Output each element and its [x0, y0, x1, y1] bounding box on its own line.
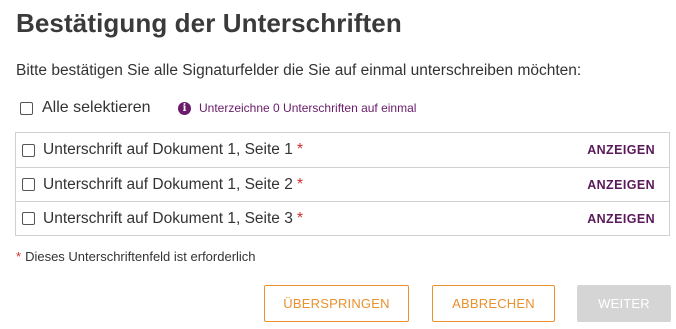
info-message: i Unterzeichne 0 Unterschriften auf einm… — [178, 100, 416, 116]
signature-checkbox-2[interactable] — [22, 178, 35, 191]
info-text: Unterzeichne 0 Unterschriften auf einmal — [199, 101, 417, 115]
instruction-text: Bitte bestätigen Sie alle Signaturfelder… — [16, 62, 582, 79]
signature-row-3: Unterschrift auf Dokument 1, Seite 3 * A… — [16, 201, 669, 235]
show-signature-button-3[interactable]: ANZEIGEN — [587, 212, 655, 226]
required-marker: * — [296, 209, 304, 227]
signature-label: Unterschrift auf Dokument 1, Seite 1 — [43, 141, 293, 158]
checkbox-box[interactable] — [20, 101, 33, 115]
page-title: Bestätigung der Unterschriften — [16, 8, 402, 38]
show-signature-button-2[interactable]: ANZEIGEN — [587, 178, 655, 192]
select-all-checkbox[interactable]: Alle selektieren — [20, 98, 151, 118]
cancel-button[interactable]: ABBRECHEN — [432, 285, 555, 322]
skip-button[interactable]: ÜBERSPRINGEN — [264, 285, 409, 322]
next-button[interactable]: WEITER — [577, 285, 671, 322]
signature-row-1: Unterschrift auf Dokument 1, Seite 1 * A… — [16, 133, 669, 167]
signature-row-2: Unterschrift auf Dokument 1, Seite 2 * A… — [16, 167, 669, 201]
required-marker: * — [16, 249, 22, 264]
info-icon: i — [178, 101, 191, 115]
footnote-text: Dieses Unterschriftenfeld ist erforderli… — [25, 249, 256, 264]
required-footnote: * Dieses Unterschriftenfeld ist erforderl… — [16, 249, 256, 264]
select-all-label: Alle selektieren — [42, 99, 151, 116]
signature-list: Unterschrift auf Dokument 1, Seite 1 * A… — [15, 132, 670, 236]
show-signature-button-1[interactable]: ANZEIGEN — [587, 143, 655, 157]
signature-label: Unterschrift auf Dokument 1, Seite 2 — [43, 175, 293, 193]
required-marker: * — [296, 175, 304, 193]
signature-checkbox-1[interactable] — [22, 143, 35, 157]
required-marker: * — [296, 141, 304, 158]
signature-label: Unterschrift auf Dokument 1, Seite 3 — [43, 209, 293, 227]
signature-checkbox-3[interactable] — [22, 212, 35, 225]
